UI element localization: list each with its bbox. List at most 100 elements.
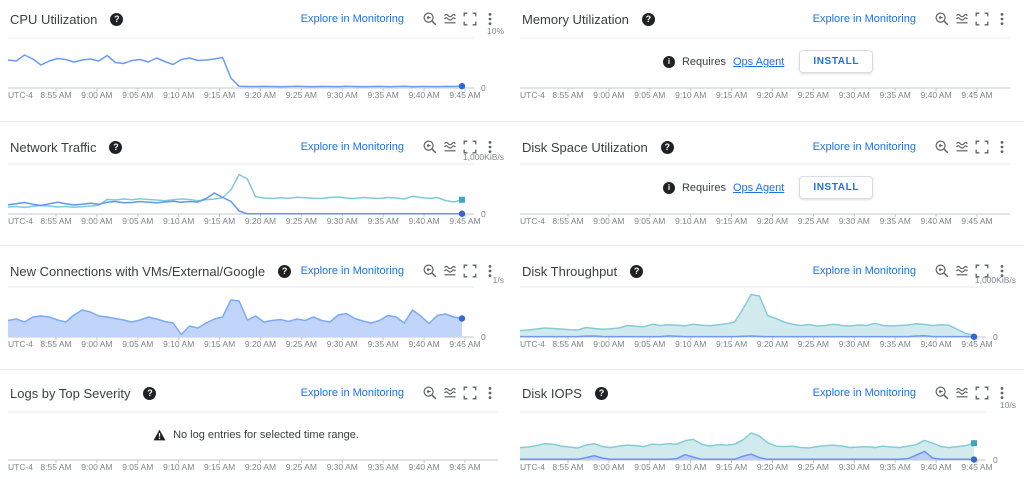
panel-disk-iops: Disk IOPS ? Explore in Monitoring 8:55 A… <box>512 370 1024 479</box>
x-tick-label: 9:15 AM <box>716 462 747 472</box>
more-options-icon[interactable] <box>480 137 500 157</box>
help-icon[interactable]: ? <box>278 264 292 278</box>
more-options-icon[interactable] <box>992 137 1012 157</box>
timezone-label: UTC-4 <box>520 216 545 226</box>
x-tick-label: 9:20 AM <box>245 462 276 472</box>
explore-in-monitoring-link[interactable]: Explore in Monitoring <box>301 387 404 399</box>
x-tick-label: 9:05 AM <box>122 339 153 349</box>
x-tick-label: 9:30 AM <box>839 216 870 226</box>
x-tick-label: 9:10 AM <box>675 462 706 472</box>
x-tick-label: 9:45 AM <box>449 462 480 472</box>
help-icon[interactable]: ? <box>594 386 608 400</box>
chart-options-icon[interactable] <box>440 261 460 281</box>
panel-header: CPU Utilization ? Explore in Monitoring <box>0 0 512 29</box>
explore-in-monitoring-link[interactable]: Explore in Monitoring <box>813 265 916 277</box>
chart-options-icon[interactable] <box>440 383 460 403</box>
panel-header: Network Traffic ? Explore in Monitoring <box>0 122 512 157</box>
help-icon[interactable]: ? <box>143 386 157 400</box>
fullscreen-icon[interactable] <box>460 137 480 157</box>
panel-memory-utilization: Memory Utilization ? Explore in Monitori… <box>512 0 1024 122</box>
x-tick-label: 9:15 AM <box>716 339 747 349</box>
x-tick-label: 8:55 AM <box>40 90 71 100</box>
explore-in-monitoring-link[interactable]: Explore in Monitoring <box>813 141 916 153</box>
x-tick-label: 9:25 AM <box>286 90 317 100</box>
fullscreen-icon[interactable] <box>972 9 992 29</box>
help-icon[interactable]: ? <box>109 140 123 154</box>
x-tick-label: 9:20 AM <box>245 216 276 226</box>
fullscreen-icon[interactable] <box>972 383 992 403</box>
x-tick-label: 9:45 AM <box>449 216 480 226</box>
zoom-reset-icon[interactable] <box>932 9 952 29</box>
chart-options-icon[interactable] <box>440 137 460 157</box>
explore-in-monitoring-link[interactable]: Explore in Monitoring <box>301 141 404 153</box>
more-options-icon[interactable] <box>480 383 500 403</box>
logs-empty-text: No log entries for selected time range. <box>173 429 359 441</box>
more-options-icon[interactable] <box>992 261 1012 281</box>
x-tick-label: 9:25 AM <box>286 462 317 472</box>
panel-cpu-utilization: CPU Utilization ? Explore in Monitoring <box>0 0 512 122</box>
fullscreen-icon[interactable] <box>460 261 480 281</box>
x-tick-label: 9:00 AM <box>593 216 624 226</box>
chart-options-icon[interactable] <box>952 383 972 403</box>
explore-in-monitoring-link[interactable]: Explore in Monitoring <box>301 265 404 277</box>
panel-logs-by-top-severity: Logs by Top Severity ? Explore in Monito… <box>0 370 512 479</box>
help-icon[interactable]: ? <box>641 12 655 26</box>
x-tick-label: 9:10 AM <box>163 339 194 349</box>
zoom-reset-icon[interactable] <box>932 383 952 403</box>
x-tick-label: 9:35 AM <box>368 339 399 349</box>
chart-options-icon[interactable] <box>440 9 460 29</box>
zoom-reset-icon[interactable] <box>420 261 440 281</box>
help-icon[interactable]: ? <box>630 264 644 278</box>
x-tick-label: 9:30 AM <box>839 462 870 472</box>
x-tick-label: 9:10 AM <box>163 216 194 226</box>
chart-options-icon[interactable] <box>952 137 972 157</box>
x-tick-label: 9:35 AM <box>880 90 911 100</box>
x-tick-label: 8:55 AM <box>552 216 583 226</box>
x-tick-label: 9:20 AM <box>245 90 276 100</box>
x-tick-label: 9:30 AM <box>839 339 870 349</box>
install-button[interactable]: INSTALL <box>799 176 874 199</box>
ops-agent-required-message: i Requires Ops Agent INSTALL <box>512 50 1024 73</box>
explore-in-monitoring-link[interactable]: Explore in Monitoring <box>813 13 916 25</box>
zoom-reset-icon[interactable] <box>420 9 440 29</box>
more-options-icon[interactable] <box>992 9 1012 29</box>
zoom-reset-icon[interactable] <box>932 261 952 281</box>
x-tick-label: 9:40 AM <box>921 339 952 349</box>
y-zero-label: 0 <box>993 455 998 465</box>
help-icon[interactable]: ? <box>110 12 124 26</box>
zoom-reset-icon[interactable] <box>932 137 952 157</box>
help-icon[interactable]: ? <box>660 140 674 154</box>
fullscreen-icon[interactable] <box>460 383 480 403</box>
chart-options-icon[interactable] <box>952 261 972 281</box>
x-tick-label: 9:25 AM <box>798 216 829 226</box>
zoom-reset-icon[interactable] <box>420 137 440 157</box>
fullscreen-icon[interactable] <box>460 9 480 29</box>
explore-in-monitoring-link[interactable]: Explore in Monitoring <box>301 13 404 25</box>
y-zero-label: 0 <box>481 83 486 93</box>
ops-agent-link[interactable]: Ops Agent <box>733 56 784 68</box>
x-tick-label: 9:25 AM <box>286 216 317 226</box>
fullscreen-icon[interactable] <box>972 137 992 157</box>
x-tick-label: 9:00 AM <box>593 339 624 349</box>
panel-header: Disk Space Utilization ? Explore in Moni… <box>512 122 1024 157</box>
explore-in-monitoring-link[interactable]: Explore in Monitoring <box>813 387 916 399</box>
more-options-icon[interactable] <box>480 9 500 29</box>
install-button[interactable]: INSTALL <box>799 50 874 73</box>
ops-agent-link[interactable]: Ops Agent <box>733 182 784 194</box>
x-tick-label: 9:45 AM <box>961 462 992 472</box>
x-tick-label: 9:45 AM <box>449 90 480 100</box>
chart-options-icon[interactable] <box>952 9 972 29</box>
x-tick-label: 9:30 AM <box>327 339 358 349</box>
panel-title: CPU Utilization <box>10 11 98 27</box>
info-icon: i <box>662 181 675 194</box>
timezone-label: UTC-4 <box>8 90 33 100</box>
x-tick-label: 9:10 AM <box>675 90 706 100</box>
x-tick-label: 9:05 AM <box>122 216 153 226</box>
more-options-icon[interactable] <box>480 261 500 281</box>
zoom-reset-icon[interactable] <box>420 383 440 403</box>
x-tick-label: 9:00 AM <box>81 216 112 226</box>
fullscreen-icon[interactable] <box>972 261 992 281</box>
x-tick-label: 9:15 AM <box>716 216 747 226</box>
more-options-icon[interactable] <box>992 383 1012 403</box>
x-tick-label: 9:30 AM <box>327 462 358 472</box>
